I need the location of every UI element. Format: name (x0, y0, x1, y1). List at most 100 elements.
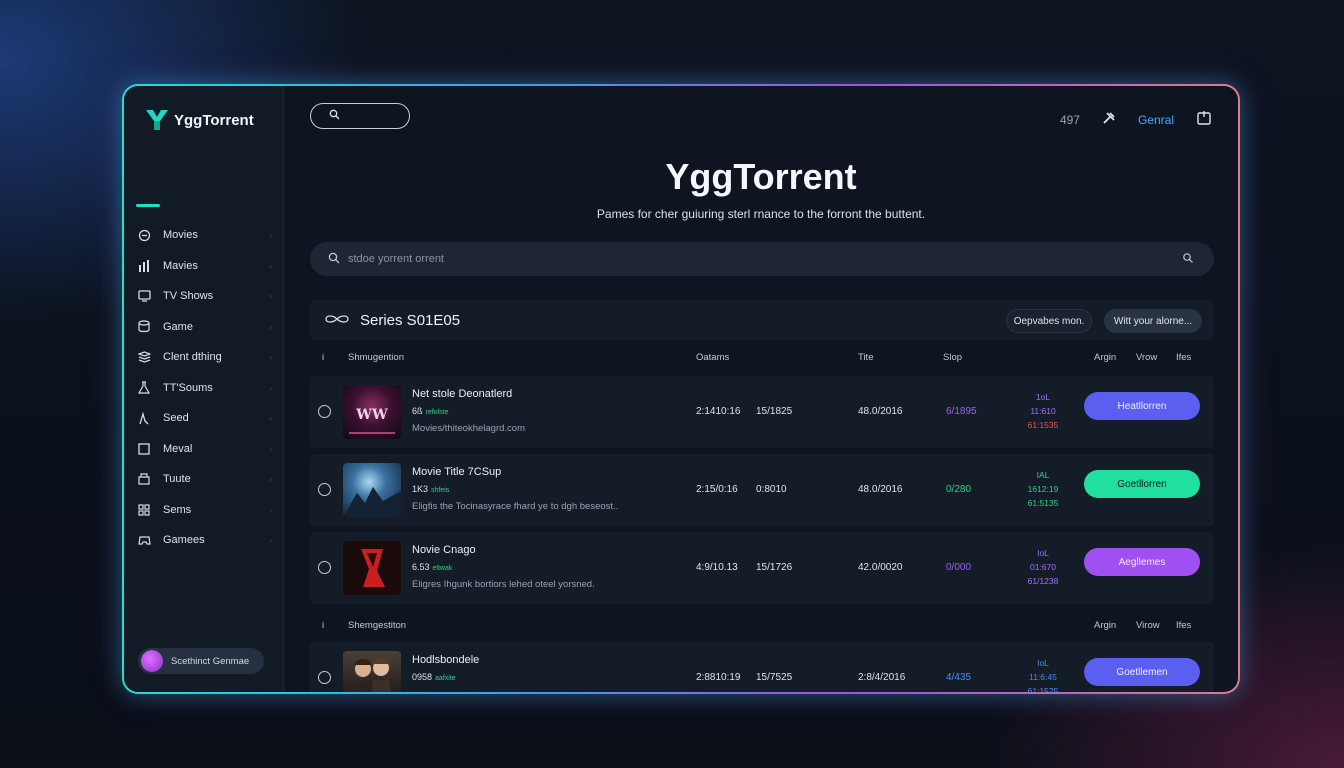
series-title: Series S01E05 (360, 311, 461, 329)
row-description: Eligfis the Tocinasyrace fhard ye to dgh… (412, 501, 619, 512)
chevron-right-icon: › (269, 382, 272, 393)
tv-icon (136, 289, 152, 303)
download-button[interactable]: Goetllorren (1084, 470, 1200, 498)
header-actions: 497 Genral (1060, 110, 1212, 129)
table-row[interactable]: Hodlsbondele 0958 aafxite 2:8810:19 15/75… (310, 642, 1214, 694)
database-icon (136, 320, 152, 334)
sidebar-item-label: Seed (163, 412, 189, 425)
download-button[interactable]: Heatllorren (1084, 392, 1200, 420)
row-title[interactable]: Novie Cnago (412, 544, 476, 556)
row-title[interactable]: Net stole Deonatlerd (412, 388, 512, 400)
search-input[interactable]: stdoe yorrent orrent (310, 242, 1214, 276)
info-icon: i (322, 352, 325, 363)
sidebar-item-sems[interactable]: Sems › (136, 495, 274, 526)
sidebar: YggTorrent Movies › Mavies › TV Shows › … (124, 86, 284, 692)
sidebar-item-label: TT'Soums (163, 381, 213, 394)
row-value: 0:8010 (756, 484, 787, 495)
column-header[interactable]: Tite (858, 352, 873, 363)
filter-button[interactable]: Witt your alorne... (1104, 309, 1202, 333)
info-icon: i (322, 620, 325, 631)
movie-poster (343, 651, 401, 692)
svg-text:WW: WW (355, 407, 388, 423)
logo-text: YggTorrent (174, 111, 254, 129)
sidebar-item-tv-shows[interactable]: TV Shows › (136, 281, 274, 312)
chevron-right-icon: › (269, 352, 272, 363)
search-icon (328, 252, 340, 267)
main-content: 497 Genral YggTorrent Pames for cher gui… (284, 86, 1238, 692)
column-header[interactable]: Slop (943, 352, 962, 363)
trend-icon (136, 411, 152, 425)
row-size: 0958 aafxite (412, 672, 456, 682)
sidebar-item-label: Meval (163, 442, 193, 455)
sidebar-item-label: Gamees (163, 534, 205, 547)
top-search-input[interactable] (310, 103, 410, 129)
table-row[interactable]: WW Net stole Deonatlerd 6ß refolste Movie… (310, 376, 1214, 448)
tools-icon[interactable] (1102, 111, 1116, 128)
sidebar-item-label: Movies (163, 229, 198, 242)
sidebar-item-game[interactable]: Game › (136, 312, 274, 343)
sidebar-item-meval[interactable]: Meval › (136, 434, 274, 465)
user-profile-button[interactable]: Scethinct Genmae (138, 648, 264, 674)
chevron-right-icon: › (269, 535, 272, 546)
chevron-right-icon: › (269, 443, 272, 454)
table-row[interactable]: Novie Cnago 6.53 eltwak Eligres Ihgunk bo… (310, 532, 1214, 604)
row-stats: 1oL 11:610 61:1535 (1027, 392, 1059, 430)
table-header: i Shemgestiton Argin Virow Ifes (310, 616, 1214, 636)
user-name: Scethinct Genmae (171, 655, 250, 667)
table-row[interactable]: Movie Title 7CSup 1K3 shfeis Eligfis the … (310, 454, 1214, 526)
column-header[interactable]: Ifes (1176, 352, 1191, 363)
sidebar-item-gamees[interactable]: Gamees › (136, 525, 274, 556)
column-header[interactable]: Shemgestiton (348, 620, 406, 631)
chevron-right-icon: › (269, 260, 272, 271)
download-button[interactable]: Aegllemes (1084, 548, 1200, 576)
sidebar-nav: Movies › Mavies › TV Shows › Game › Clen… (136, 220, 274, 556)
search-icon (329, 109, 340, 123)
filter-icon[interactable] (1182, 252, 1194, 267)
row-ratio: 0/280 (946, 484, 972, 495)
row-ratio: 4/435 (946, 672, 972, 683)
column-header[interactable]: Ifes (1176, 620, 1191, 631)
chevron-right-icon: › (269, 504, 272, 515)
row-date: 2:8810:19 (696, 672, 741, 683)
column-header[interactable]: Oatams (696, 352, 729, 363)
download-button[interactable]: Goetllemen (1084, 658, 1200, 686)
sidebar-item-tt-soums[interactable]: TT'Soums › (136, 373, 274, 404)
movie-poster (343, 463, 401, 517)
movie-poster (343, 541, 401, 595)
table-header: i Shmugention Oatams Tite Slop Argin Vro… (310, 348, 1214, 368)
row-value: 2:8/4/2016 (858, 672, 906, 683)
row-date: 2:15/0:16 (696, 484, 738, 495)
row-size: 6ß refolste (412, 406, 449, 416)
sidebar-item-label: Tuute (163, 473, 191, 486)
row-title[interactable]: Hodlsbondele (412, 654, 479, 666)
sidebar-item-clent-dthing[interactable]: Clent dthing › (136, 342, 274, 373)
sidebar-item-movies[interactable]: Movies › (136, 220, 274, 251)
sidebar-item-tuute[interactable]: Tuute › (136, 464, 274, 495)
row-size: 1K3 shfeis (412, 484, 450, 494)
row-description: Eligres Ihgunk bortiors lehed oteel yors… (412, 579, 595, 590)
logo[interactable]: YggTorrent (144, 108, 254, 132)
chevron-right-icon: › (269, 230, 272, 241)
column-header[interactable]: Virow (1136, 620, 1160, 631)
row-stats: IoL 11:6:45 61:1525 (1027, 658, 1059, 694)
bookmark-icon[interactable] (1196, 110, 1212, 129)
column-header[interactable]: Argin (1094, 620, 1116, 631)
row-select-radio[interactable] (318, 405, 331, 418)
row-stats: IoL 01:670 61/1238 (1027, 548, 1059, 586)
link-icon (324, 312, 350, 328)
column-header[interactable]: Argin (1094, 352, 1116, 363)
row-ratio: 0/000 (946, 562, 972, 573)
row-select-radio[interactable] (318, 671, 331, 684)
row-select-radio[interactable] (318, 483, 331, 496)
row-select-radio[interactable] (318, 561, 331, 574)
sidebar-item-mavies[interactable]: Mavies › (136, 251, 274, 282)
avatar (141, 650, 163, 672)
sidebar-item-seed[interactable]: Seed › (136, 403, 274, 434)
row-date: 4:9/10.13 (696, 562, 738, 573)
sort-button[interactable]: Oepvabes mon. (1006, 309, 1092, 333)
column-header[interactable]: Vrow (1136, 352, 1157, 363)
column-header[interactable]: Shmugention (348, 352, 404, 363)
row-title[interactable]: Movie Title 7CSup (412, 466, 501, 478)
row-date: 2:1410:16 (696, 406, 741, 417)
general-link[interactable]: Genral (1138, 113, 1174, 127)
